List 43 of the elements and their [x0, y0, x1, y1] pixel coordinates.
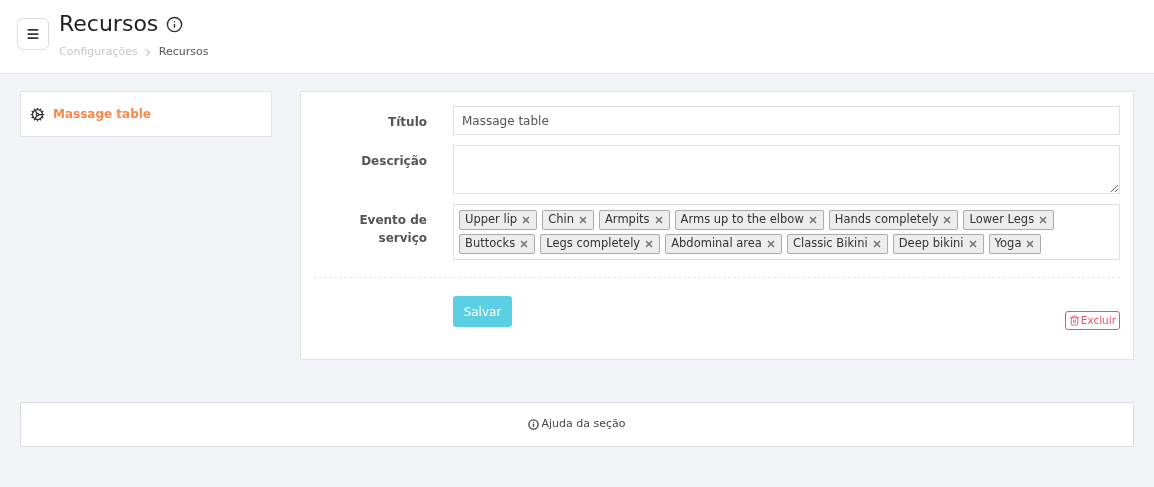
tags-field[interactable]: Upper lip Chin Armpits Arms up to the elbow Hands completely Lower Legs Buttocks Legs completely Abdominal area Classic Bikini Deep bikini Yoga	[453, 204, 1120, 260]
remove-icon[interactable]	[1038, 215, 1049, 225]
menu-icon	[26, 27, 40, 41]
tag: Abdominal area	[665, 234, 782, 254]
delete-button[interactable]: Excluir	[1064, 311, 1120, 330]
tag: Buttocks	[459, 234, 536, 254]
title-field[interactable]: Massage table	[453, 106, 1120, 135]
help-label: Ajuda da seção	[541, 416, 626, 433]
remove-icon[interactable]	[519, 239, 530, 249]
tag: Deep bikini	[892, 234, 984, 254]
remove-icon[interactable]	[942, 215, 953, 225]
menu-button[interactable]	[17, 18, 49, 50]
remove-icon[interactable]	[765, 239, 776, 249]
tag: Armpits	[599, 210, 670, 230]
tag: Lower Legs	[963, 210, 1055, 230]
field-label: Evento de serviço	[358, 212, 427, 247]
tag: Arms up to the elbow	[674, 210, 824, 230]
remove-icon[interactable]	[871, 239, 882, 249]
description-field[interactable]	[453, 145, 1120, 194]
sidebar-item[interactable]: Massage table	[20, 91, 272, 137]
tag: Upper lip	[459, 210, 538, 230]
trash-icon	[1068, 315, 1080, 326]
remove-icon[interactable]	[644, 239, 655, 249]
remove-icon[interactable]	[521, 215, 532, 225]
remove-icon[interactable]	[967, 239, 978, 249]
tag: Yoga	[988, 234, 1042, 254]
field-label: Título	[387, 114, 427, 131]
gears-icon	[30, 106, 45, 122]
remove-icon[interactable]	[807, 215, 818, 225]
tag: Legs completely	[540, 234, 661, 254]
tag: Hands completely	[828, 210, 959, 230]
breadcrumb-item: Recursos	[158, 44, 209, 60]
save-button[interactable]: Salvar	[453, 296, 512, 327]
info-icon	[166, 15, 184, 33]
tag: Classic Bikini	[786, 234, 888, 254]
tag: Chin	[542, 210, 594, 230]
field-label: Descrição	[360, 153, 427, 170]
remove-icon[interactable]	[1025, 239, 1036, 249]
remove-icon[interactable]	[578, 215, 588, 225]
help-bar[interactable]: Ajuda da seção	[20, 402, 1134, 447]
info-icon	[528, 419, 540, 430]
remove-icon[interactable]	[653, 215, 664, 225]
page-title: Recursos	[59, 13, 159, 35]
